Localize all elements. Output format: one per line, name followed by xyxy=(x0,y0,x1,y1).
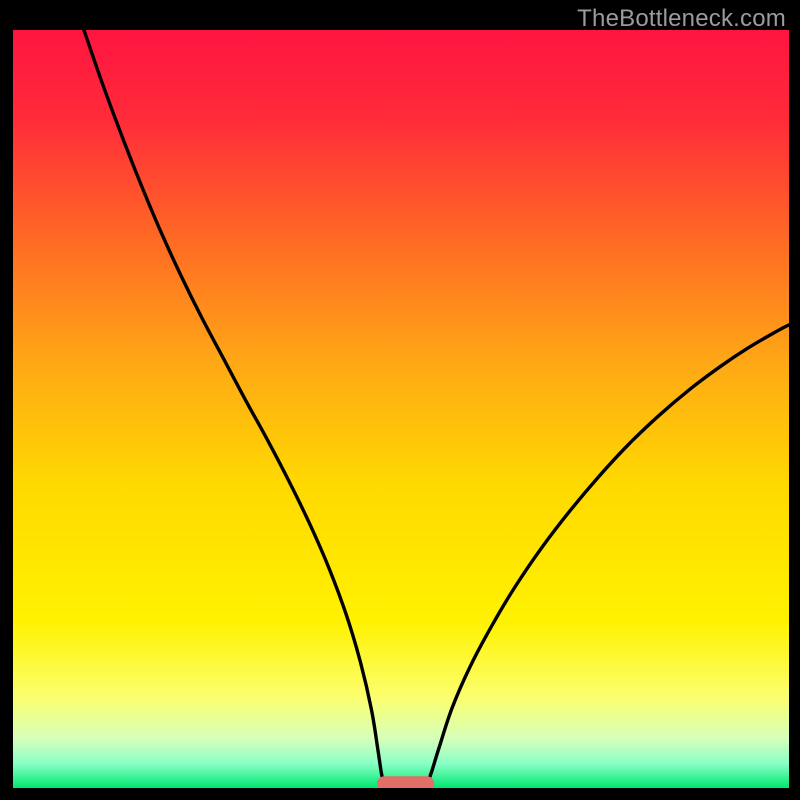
attribution-label: TheBottleneck.com xyxy=(577,5,786,33)
gradient-background xyxy=(13,30,789,788)
chart-frame: TheBottleneck.com xyxy=(0,0,800,800)
chart-svg xyxy=(13,30,789,788)
chart-plot xyxy=(13,30,789,788)
